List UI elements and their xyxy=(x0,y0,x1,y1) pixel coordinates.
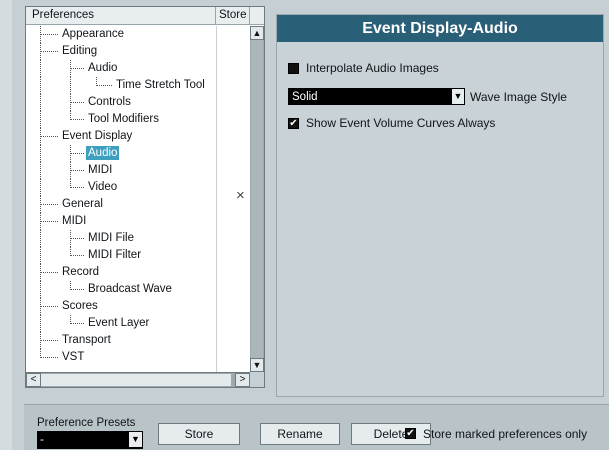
tree-item-midi[interactable]: MIDI xyxy=(26,213,216,230)
chevron-down-icon[interactable]: ▼ xyxy=(129,432,142,447)
presets-value: - xyxy=(40,432,44,446)
preferences-tree: Preferences Store Appearance Editing Aud… xyxy=(25,6,265,388)
tree-item-editing-audio[interactable]: Audio xyxy=(26,60,216,77)
tree-item-label: Event Layer xyxy=(88,317,150,329)
tree-item-label: MIDI Filter xyxy=(88,249,142,261)
tree-item-event-display-audio[interactable]: Audio xyxy=(26,145,216,162)
show-curves-checkbox[interactable]: ✔ xyxy=(288,118,299,129)
chevron-down-icon[interactable]: ▼ xyxy=(451,89,464,104)
scroll-up-button[interactable]: ▲ xyxy=(250,26,264,40)
tree-item-label: Record xyxy=(62,266,100,278)
tree-item-controls[interactable]: Controls xyxy=(26,94,216,111)
tree-item-record[interactable]: Record xyxy=(26,264,216,281)
tree-item-time-stretch-tool[interactable]: Time Stretch Tool xyxy=(26,77,216,94)
scroll-thumb[interactable] xyxy=(251,40,263,358)
tree-item-label: Editing xyxy=(62,45,98,57)
tree-item-label: MIDI File xyxy=(88,232,134,244)
tree-item-label: Scores xyxy=(62,300,98,312)
tree-item-label: Time Stretch Tool xyxy=(116,79,205,91)
tree-item-label: Transport xyxy=(62,334,111,346)
scroll-left-button[interactable]: < xyxy=(26,373,41,387)
tree-item-broadcast-wave[interactable]: Broadcast Wave xyxy=(26,281,216,298)
scroll-right-button[interactable]: > xyxy=(235,373,250,387)
wave-style-select[interactable]: Solid ▼ xyxy=(288,88,465,105)
wave-style-label: Wave Image Style xyxy=(470,90,567,104)
store-mark-icon[interactable]: × xyxy=(236,188,245,203)
tree-item-event-display[interactable]: Event Display xyxy=(26,128,216,145)
presets-label: Preference Presets xyxy=(37,417,136,429)
show-curves-label: Show Event Volume Curves Always xyxy=(306,116,496,130)
tree-item-label: Appearance xyxy=(62,28,125,40)
scroll-down-button[interactable]: ▼ xyxy=(250,358,264,372)
store-column xyxy=(216,26,250,372)
horizontal-scroll-thumb[interactable] xyxy=(41,374,231,386)
store-marked-checkbox[interactable]: ✔ xyxy=(405,428,416,439)
tree-item-event-display-midi[interactable]: MIDI xyxy=(26,162,216,179)
tree-item-event-layer[interactable]: Event Layer xyxy=(26,315,216,332)
tree-item-label: Event Display xyxy=(62,130,133,142)
tree-item-video[interactable]: Video xyxy=(26,179,216,196)
tree-item-label: Controls xyxy=(88,96,131,108)
tree-item-label: Tool Modifiers xyxy=(88,113,159,125)
tree-item-label-selected: Audio xyxy=(86,146,120,160)
tree-item-label: Broadcast Wave xyxy=(88,283,172,295)
tree-item-midi-file[interactable]: MIDI File xyxy=(26,230,216,247)
rename-button[interactable]: Rename xyxy=(260,423,340,445)
tree-item-label: MIDI xyxy=(62,215,87,227)
settings-panel: Event Display-Audio Interpolate Audio Im… xyxy=(276,14,604,397)
delete-button[interactable]: Delete xyxy=(351,423,431,445)
tree-item-label: VST xyxy=(62,351,85,363)
wave-style-value: Solid xyxy=(292,91,318,103)
interpolate-checkbox[interactable] xyxy=(288,63,299,74)
preferences-dialog: Preferences Store Appearance Editing Aud… xyxy=(12,0,609,450)
tree-horizontal-scrollbar[interactable]: < > xyxy=(26,372,250,387)
presets-select[interactable]: - ▼ xyxy=(37,431,143,449)
tree-item-label: Audio xyxy=(88,62,118,74)
tree-body: Appearance Editing Audio Time Stretch To… xyxy=(26,26,250,372)
interpolate-label: Interpolate Audio Images xyxy=(306,61,439,75)
tree-item-transport[interactable]: Transport xyxy=(26,332,216,349)
tree-item-label: General xyxy=(62,198,103,210)
tree-item-general[interactable]: General xyxy=(26,196,216,213)
tree-header: Preferences Store xyxy=(26,7,264,25)
tree-item-editing[interactable]: Editing xyxy=(26,43,216,60)
tree-item-label: Video xyxy=(88,181,118,193)
tree-item-tool-modifiers[interactable]: Tool Modifiers xyxy=(26,111,216,128)
bottom-bar: Preference Presets - ▼ Store Rename Dele… xyxy=(24,404,609,450)
column-store[interactable]: Store xyxy=(216,7,250,24)
tree-item-appearance[interactable]: Appearance xyxy=(26,26,216,43)
tree-item-scores[interactable]: Scores xyxy=(26,298,216,315)
tree-vertical-scrollbar[interactable]: ▲ ▼ xyxy=(250,26,264,372)
column-preferences[interactable]: Preferences xyxy=(26,7,216,24)
store-marked-label: Store marked preferences only xyxy=(423,427,588,441)
tree-item-vst[interactable]: VST xyxy=(26,349,216,366)
tree-item-midi-filter[interactable]: MIDI Filter xyxy=(26,247,216,264)
tree-item-label: MIDI xyxy=(88,164,113,176)
panel-title: Event Display-Audio xyxy=(277,15,603,42)
store-button[interactable]: Store xyxy=(158,423,240,445)
scroll-corner xyxy=(250,372,264,387)
